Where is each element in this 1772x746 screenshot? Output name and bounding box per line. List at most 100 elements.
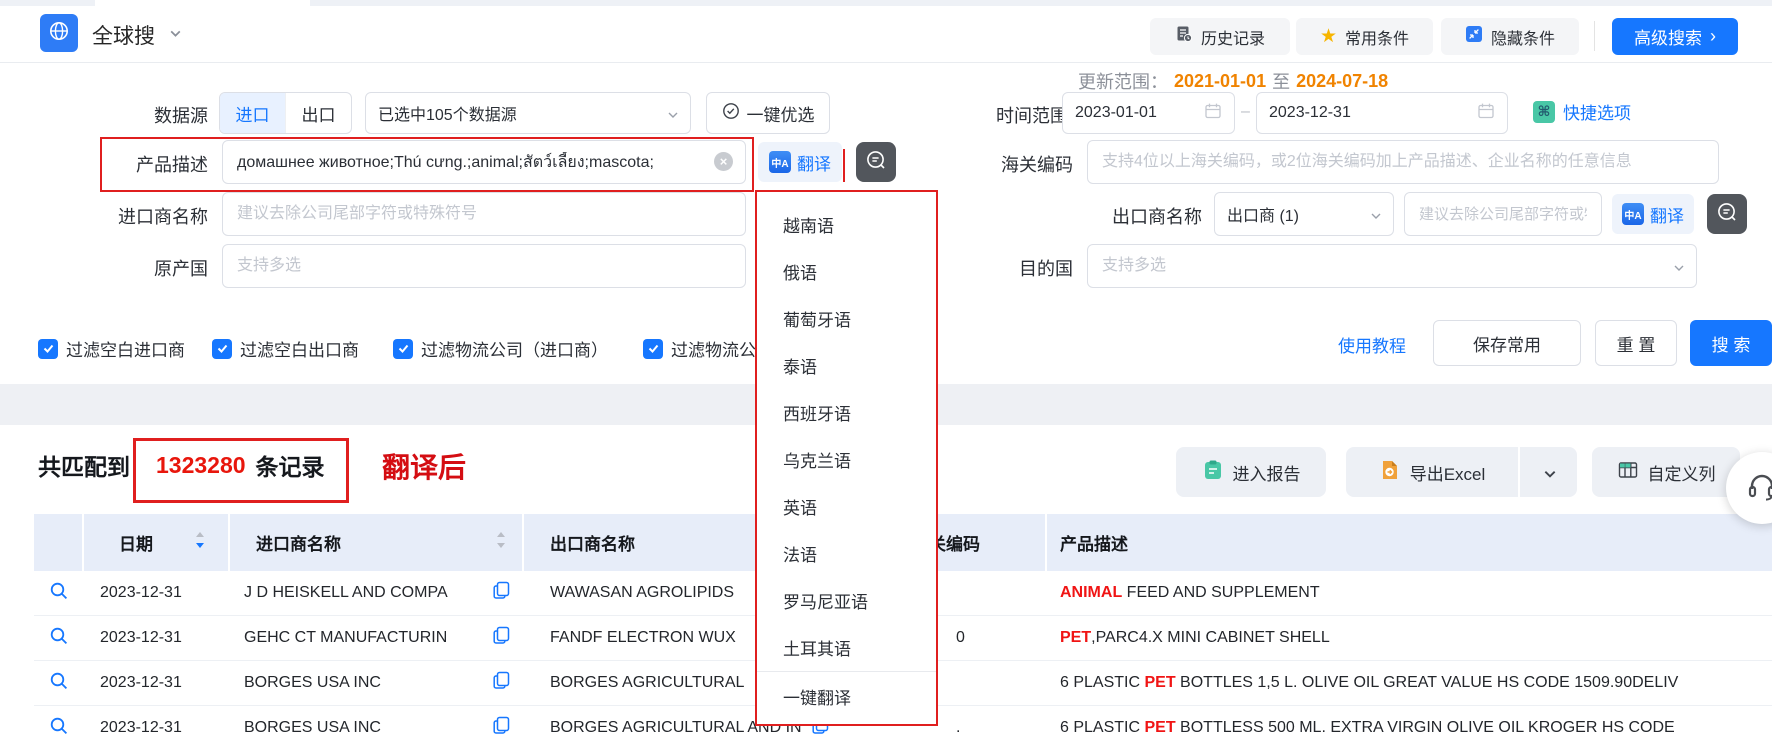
menu-item-ukrainian[interactable]: 乌克兰语 bbox=[757, 436, 936, 483]
menu-item-russian[interactable]: 俄语 bbox=[757, 248, 936, 295]
hs-code-label: 海关编码 bbox=[923, 151, 1073, 177]
hs-code-input[interactable] bbox=[1087, 140, 1719, 184]
destination-input[interactable] bbox=[1087, 244, 1697, 288]
reset-label: 重 置 bbox=[1617, 331, 1656, 356]
annotation-tick bbox=[843, 149, 845, 182]
menu-item-thai[interactable]: 泰语 bbox=[757, 342, 936, 389]
row-search-cell[interactable] bbox=[34, 706, 84, 746]
cell-product: PET,PARC4.X MINI CABINET SHELL bbox=[1047, 616, 1772, 660]
exporter-field[interactable] bbox=[1417, 205, 1589, 224]
header-importer[interactable]: 进口商名称 bbox=[230, 514, 524, 571]
menu-item-portuguese[interactable]: 葡萄牙语 bbox=[757, 295, 936, 342]
date-range-dash: – bbox=[1241, 103, 1250, 121]
cell-importer: BORGES USA INC bbox=[230, 661, 524, 705]
title-chevron-down-icon[interactable] bbox=[168, 26, 183, 46]
report-icon bbox=[1202, 459, 1224, 486]
product-desc-input[interactable] bbox=[222, 140, 746, 184]
checkbox-checked-icon[interactable] bbox=[643, 339, 663, 359]
calendar-icon bbox=[1204, 102, 1222, 125]
product-desc-field[interactable] bbox=[235, 152, 709, 172]
importer-field[interactable] bbox=[235, 204, 733, 224]
optimize-button[interactable]: 一键优选 bbox=[706, 92, 830, 134]
advanced-search-button[interactable]: 高级搜索 › bbox=[1612, 18, 1738, 55]
date-end-value: 2023-12-31 bbox=[1269, 104, 1351, 122]
filter-blank-importer[interactable]: 过滤空白进口商 bbox=[38, 336, 185, 361]
update-range-to: 至 bbox=[1272, 68, 1290, 94]
reset-button[interactable]: 重 置 bbox=[1595, 320, 1677, 366]
copy-icon[interactable] bbox=[493, 581, 510, 605]
magnifier-icon[interactable] bbox=[49, 716, 69, 741]
exporter-input[interactable] bbox=[1404, 192, 1602, 236]
chevron-down-icon bbox=[1543, 467, 1554, 478]
origin-input[interactable] bbox=[222, 244, 746, 288]
checkbox-checked-icon[interactable] bbox=[38, 339, 58, 359]
clear-icon[interactable]: × bbox=[714, 152, 733, 171]
page-title: 全球搜 bbox=[92, 20, 155, 50]
datasource-select[interactable]: 已选中105个数据源 bbox=[365, 92, 691, 134]
menu-item-romanian[interactable]: 罗马尼亚语 bbox=[757, 577, 936, 624]
hide-conditions-label: 隐藏条件 bbox=[1491, 25, 1555, 49]
sort-icon[interactable] bbox=[195, 531, 205, 554]
menu-item-english[interactable]: 英语 bbox=[757, 483, 936, 530]
exporter-synonym-button[interactable] bbox=[1707, 194, 1747, 234]
hide-conditions-button[interactable]: 隐藏条件 bbox=[1441, 18, 1579, 55]
enter-report-label: 进入报告 bbox=[1233, 460, 1301, 485]
filter-blank-exporter[interactable]: 过滤空白出口商 bbox=[212, 336, 359, 361]
header-date[interactable]: 日期 bbox=[84, 514, 230, 571]
quick-options-label: 快捷选项 bbox=[1563, 99, 1631, 124]
tutorial-link[interactable]: 使用教程 bbox=[1338, 332, 1406, 357]
tab-export[interactable]: 出口 bbox=[285, 93, 351, 133]
chevron-down-icon bbox=[1370, 209, 1381, 220]
datasource-tabs: 进口 出口 bbox=[219, 92, 352, 134]
exporter-translate-button[interactable]: 中A 翻译 bbox=[1612, 194, 1694, 234]
magnifier-icon[interactable] bbox=[49, 671, 69, 696]
row-search-cell[interactable] bbox=[34, 616, 84, 660]
filter-logistics-importer[interactable]: 过滤物流公司（进口商） bbox=[393, 336, 608, 361]
header-product[interactable]: 产品描述 bbox=[1047, 514, 1772, 571]
row-search-cell[interactable] bbox=[34, 661, 84, 705]
origin-field[interactable] bbox=[235, 256, 733, 276]
checkbox-checked-icon[interactable] bbox=[212, 339, 232, 359]
row-search-cell[interactable] bbox=[34, 571, 84, 615]
menu-item-vietnamese[interactable]: 越南语 bbox=[757, 201, 936, 248]
copy-icon[interactable] bbox=[493, 716, 510, 740]
hs-code-field[interactable] bbox=[1100, 152, 1706, 172]
menu-item-french[interactable]: 法语 bbox=[757, 530, 936, 577]
export-excel-dropdown-button[interactable] bbox=[1520, 447, 1577, 497]
date-end-input[interactable]: 2023-12-31 bbox=[1256, 92, 1508, 134]
sort-icon[interactable] bbox=[496, 531, 506, 554]
custom-columns-label: 自定义列 bbox=[1648, 460, 1716, 485]
exporter-label: 出口商名称 bbox=[1052, 203, 1202, 229]
magnifier-icon[interactable] bbox=[49, 626, 69, 651]
menu-item-turkish[interactable]: 土耳其语 bbox=[757, 624, 936, 671]
exporter-type-value: 出口商 (1) bbox=[1227, 202, 1299, 226]
chevron-down-icon bbox=[1673, 261, 1684, 272]
checkbox-checked-icon[interactable] bbox=[393, 339, 413, 359]
topbar-divider bbox=[1594, 21, 1595, 51]
save-common-button[interactable]: 保存常用 bbox=[1433, 320, 1581, 366]
exporter-type-select[interactable]: 出口商 (1) bbox=[1214, 192, 1394, 236]
quick-options-link[interactable]: ⌘ 快捷选项 bbox=[1533, 99, 1631, 124]
favorites-button[interactable]: ★ 常用条件 bbox=[1296, 18, 1433, 55]
synonym-button[interactable] bbox=[856, 142, 896, 182]
export-excel-button[interactable]: 导出Excel bbox=[1346, 447, 1518, 497]
date-start-input[interactable]: 2023-01-01 bbox=[1062, 92, 1235, 134]
copy-icon[interactable] bbox=[493, 626, 510, 650]
enter-report-button[interactable]: 进入报告 bbox=[1176, 447, 1326, 497]
importer-input[interactable] bbox=[222, 192, 746, 236]
custom-columns-button[interactable]: 自定义列 bbox=[1592, 447, 1740, 497]
search-button[interactable]: 搜 索 bbox=[1690, 320, 1772, 366]
destination-field[interactable] bbox=[1100, 256, 1673, 276]
menu-item-spanish[interactable]: 西班牙语 bbox=[757, 389, 936, 436]
translate-button[interactable]: 中A 翻译 bbox=[758, 142, 842, 182]
header-action-column bbox=[34, 514, 84, 571]
menu-item-translate-all[interactable]: 一键翻译 bbox=[757, 672, 936, 720]
copy-icon[interactable] bbox=[493, 671, 510, 695]
importer-label: 进口商名称 bbox=[58, 203, 208, 229]
annotation-translated: 翻译后 bbox=[382, 446, 466, 486]
magnifier-icon[interactable] bbox=[49, 581, 69, 606]
tab-import[interactable]: 进口 bbox=[220, 93, 285, 133]
history-button[interactable]: 历史记录 bbox=[1150, 18, 1290, 55]
cell-importer: BORGES USA INC bbox=[230, 706, 524, 746]
history-icon bbox=[1175, 25, 1193, 48]
